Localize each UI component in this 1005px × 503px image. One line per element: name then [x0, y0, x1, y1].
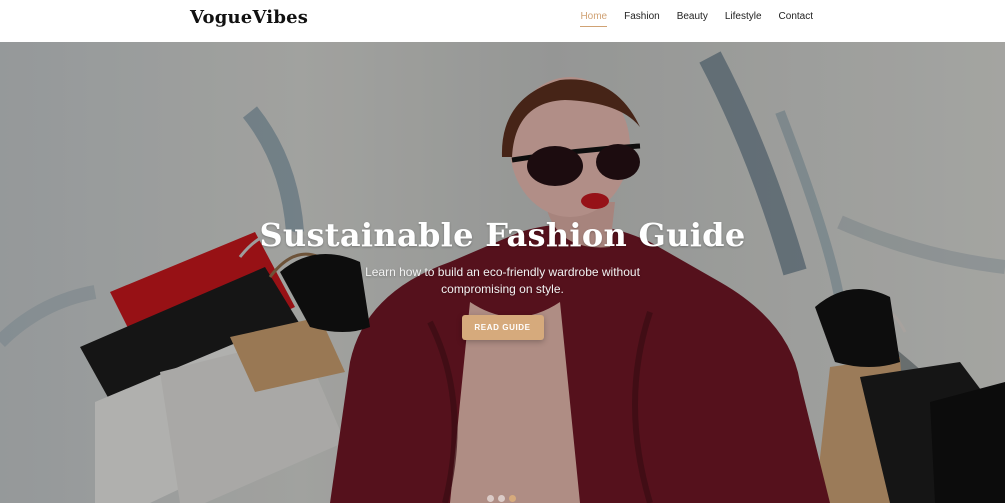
carousel-dots — [487, 495, 516, 502]
carousel-dot-2[interactable] — [498, 495, 505, 502]
top-navigation: VogueVibes Home Fashion Beauty Lifestyle… — [0, 0, 1005, 42]
hero-content: Sustainable Fashion Guide Learn how to b… — [250, 214, 755, 340]
nav-link-contact[interactable]: Contact — [779, 11, 813, 27]
site-logo[interactable]: VogueVibes — [190, 7, 308, 28]
main-menu: Home Fashion Beauty Lifestyle Contact — [580, 11, 813, 27]
hero-title: Sustainable Fashion Guide — [259, 216, 746, 254]
nav-link-lifestyle[interactable]: Lifestyle — [725, 11, 762, 27]
carousel-dot-3[interactable] — [509, 495, 516, 502]
nav-link-fashion[interactable]: Fashion — [624, 11, 660, 27]
hero-subtitle: Learn how to build an eco-friendly wardr… — [365, 265, 640, 296]
hero-carousel: Sustainable Fashion Guide Learn how to b… — [0, 42, 1005, 503]
nav-link-beauty[interactable]: Beauty — [677, 11, 708, 27]
read-guide-button[interactable]: READ GUIDE — [461, 315, 544, 340]
carousel-dot-1[interactable] — [487, 495, 494, 502]
nav-link-home[interactable]: Home — [580, 11, 608, 27]
